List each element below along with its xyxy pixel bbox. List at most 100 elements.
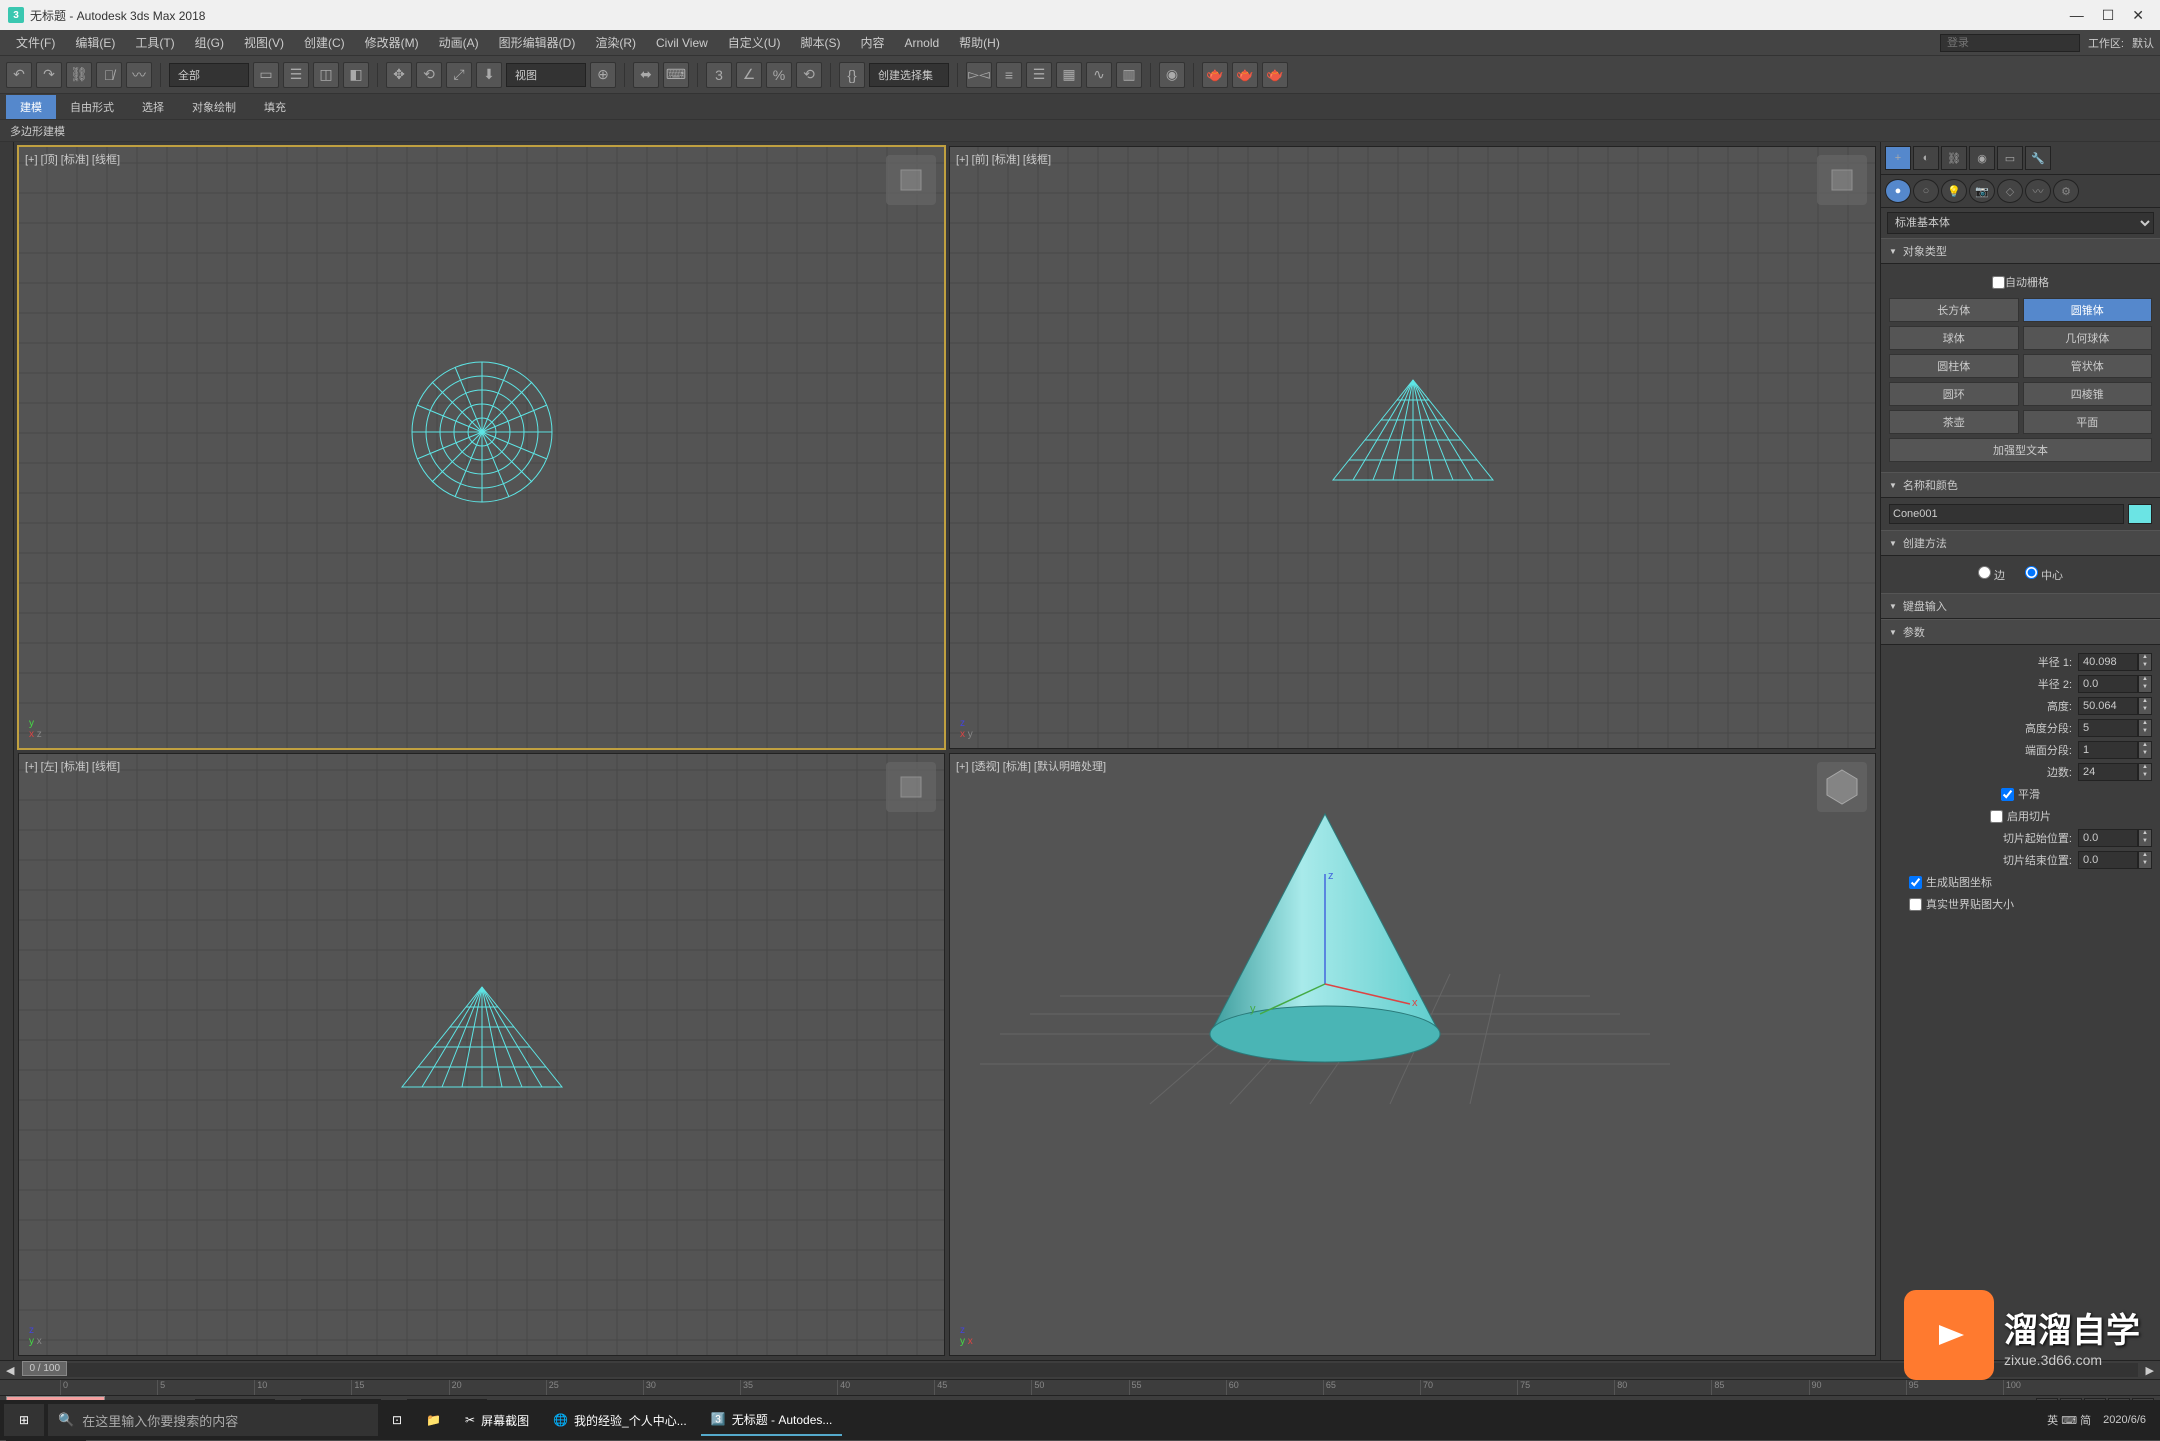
start-button[interactable]: ⊞ <box>4 1404 44 1436</box>
systems-category[interactable]: ⚙ <box>2053 179 2079 203</box>
subcategory-dropdown[interactable]: 标准基本体 <box>1887 212 2154 234</box>
rollout-creation-method[interactable]: 创建方法 <box>1881 530 2160 556</box>
pivot-center-button[interactable]: ⊕ <box>590 62 616 88</box>
placement-button[interactable]: ⬇ <box>476 62 502 88</box>
viewport-top[interactable]: [+] [顶] [标准] [线框] yx z <box>18 146 945 749</box>
viewport-top-label[interactable]: [+] [顶] [标准] [线框] <box>25 151 120 167</box>
sides-spinner[interactable]: ▲▼ <box>2138 763 2152 781</box>
ribbon-tab-freeform[interactable]: 自由形式 <box>56 95 128 119</box>
render-setup-button[interactable]: 🫖 <box>1202 62 1228 88</box>
primitive-4[interactable]: 圆柱体 <box>1889 354 2019 378</box>
select-region-button[interactable]: ◫ <box>313 62 339 88</box>
spacewarps-category[interactable]: 〰 <box>2025 179 2051 203</box>
viewcube-front[interactable] <box>1817 155 1867 205</box>
menu-file[interactable]: 文件(F) <box>6 30 65 55</box>
rollout-name-color[interactable]: 名称和颜色 <box>1881 472 2160 498</box>
menu-scripting[interactable]: 脚本(S) <box>790 30 850 55</box>
primitive-3[interactable]: 几何球体 <box>2023 326 2153 350</box>
menu-animation[interactable]: 动画(A) <box>429 30 489 55</box>
link-button[interactable]: ⛓ <box>66 62 92 88</box>
taskbar-3dsmax[interactable]: 3️⃣ 无标题 - Autodes... <box>701 1404 843 1436</box>
menu-create[interactable]: 创建(C) <box>294 30 355 55</box>
geometry-category[interactable]: ● <box>1885 179 1911 203</box>
menu-edit[interactable]: 编辑(E) <box>65 30 125 55</box>
modify-panel-tab[interactable]: ◐ <box>1913 146 1939 170</box>
viewport-left[interactable]: [+] [左] [标准] [线框] zy x <box>18 753 945 1356</box>
radius1-spinner[interactable]: ▲▼ <box>2138 653 2152 671</box>
height-input[interactable] <box>2078 697 2138 715</box>
schematic-view-button[interactable]: ▥ <box>1116 62 1142 88</box>
viewport-front[interactable]: [+] [前] [标准] [线框] zx y <box>949 146 1876 749</box>
bind-spacewarp-button[interactable]: 〰 <box>126 62 152 88</box>
primitive-2[interactable]: 球体 <box>1889 326 2019 350</box>
workspace-value[interactable]: 默认 <box>2132 35 2154 51</box>
layer-explorer-button[interactable]: ☰ <box>1026 62 1052 88</box>
ribbon-tab-selection[interactable]: 选择 <box>128 95 178 119</box>
cameras-category[interactable]: 📷 <box>1969 179 1995 203</box>
menu-rendering[interactable]: 渲染(R) <box>585 30 646 55</box>
viewport-persp-label[interactable]: [+] [透视] [标准] [默认明暗处理] <box>956 758 1106 774</box>
rotate-button[interactable]: ⟲ <box>416 62 442 88</box>
radius2-spinner[interactable]: ▲▼ <box>2138 675 2152 693</box>
primitive-1[interactable]: 圆锥体 <box>2023 298 2153 322</box>
genuvs-checkbox[interactable] <box>1909 876 1922 889</box>
minimize-button[interactable]: — <box>2070 7 2084 24</box>
mirror-button[interactable]: ▻◅ <box>966 62 992 88</box>
heightsegs-spinner[interactable]: ▲▼ <box>2138 719 2152 737</box>
ribbon-tab-populate[interactable]: 填充 <box>250 95 300 119</box>
menu-customize[interactable]: 自定义(U) <box>718 30 791 55</box>
center-radio[interactable]: 中心 <box>2025 566 2063 583</box>
rollout-keyboard-entry[interactable]: 键盘输入 <box>1881 593 2160 619</box>
undo-button[interactable]: ↶ <box>6 62 32 88</box>
scene-explorer-gutter[interactable] <box>0 142 14 1360</box>
material-editor-button[interactable]: ◉ <box>1159 62 1185 88</box>
slice-checkbox[interactable] <box>1990 810 2003 823</box>
viewcube-left[interactable] <box>886 762 936 812</box>
edge-radio[interactable]: 边 <box>1978 566 2005 583</box>
menu-modifiers[interactable]: 修改器(M) <box>355 30 429 55</box>
named-sel-set-button[interactable]: {} <box>839 62 865 88</box>
maximize-button[interactable]: ☐ <box>2102 7 2115 24</box>
ribbon-panel-label[interactable]: 多边形建模 <box>10 123 65 139</box>
named-sel-set-dropdown[interactable]: 创建选择集 <box>869 63 949 87</box>
height-spinner[interactable]: ▲▼ <box>2138 697 2152 715</box>
heightsegs-input[interactable] <box>2078 719 2138 737</box>
render-button[interactable]: 🫖 <box>1262 62 1288 88</box>
rollout-parameters[interactable]: 参数 <box>1881 619 2160 645</box>
primitive-9[interactable]: 平面 <box>2023 410 2153 434</box>
redo-button[interactable]: ↷ <box>36 62 62 88</box>
ribbon-tab-modeling[interactable]: 建模 <box>6 95 56 119</box>
taskbar-explorer[interactable]: 📁 <box>416 1404 451 1436</box>
shapes-category[interactable]: ○ <box>1913 179 1939 203</box>
display-panel-tab[interactable]: ▭ <box>1997 146 2023 170</box>
percent-snap-button[interactable]: % <box>766 62 792 88</box>
viewcube-top[interactable] <box>886 155 936 205</box>
taskbar-edge[interactable]: 🌐 我的经验_个人中心... <box>543 1404 697 1436</box>
helpers-category[interactable]: ◇ <box>1997 179 2023 203</box>
viewport-left-label[interactable]: [+] [左] [标准] [线框] <box>25 758 120 774</box>
task-view-button[interactable]: ⊡ <box>382 1404 412 1436</box>
radius1-input[interactable] <box>2078 653 2138 671</box>
unlink-button[interactable]: ⛓̸ <box>96 62 122 88</box>
radius2-input[interactable] <box>2078 675 2138 693</box>
menu-civil-view[interactable]: Civil View <box>646 32 718 54</box>
realworld-checkbox[interactable] <box>1909 898 1922 911</box>
ref-coord-system[interactable]: 视图 <box>506 63 586 87</box>
taskbar-search[interactable]: 🔍 在这里输入你要搜索的内容 <box>48 1404 378 1436</box>
motion-panel-tab[interactable]: ◉ <box>1969 146 1995 170</box>
taskbar-screenshot[interactable]: ✂ 屏幕截图 <box>455 1404 539 1436</box>
manipulate-button[interactable]: ⬌ <box>633 62 659 88</box>
menu-help[interactable]: 帮助(H) <box>949 30 1010 55</box>
smooth-checkbox[interactable] <box>2001 788 2014 801</box>
sides-input[interactable] <box>2078 763 2138 781</box>
select-object-button[interactable]: ▭ <box>253 62 279 88</box>
timeline-arrow-right[interactable]: ▶ <box>2146 1364 2154 1377</box>
create-panel-tab[interactable]: + <box>1885 146 1911 170</box>
toggle-ribbon-button[interactable]: ▦ <box>1056 62 1082 88</box>
time-ruler[interactable]: 0510152025303540455055606570758085909510… <box>0 1380 2160 1396</box>
autogrid-checkbox[interactable] <box>1992 276 2005 289</box>
primitive-6[interactable]: 圆环 <box>1889 382 2019 406</box>
render-frame-button[interactable]: 🫖 <box>1232 62 1258 88</box>
close-button[interactable]: ✕ <box>2132 7 2144 24</box>
hierarchy-panel-tab[interactable]: ⛓ <box>1941 146 1967 170</box>
